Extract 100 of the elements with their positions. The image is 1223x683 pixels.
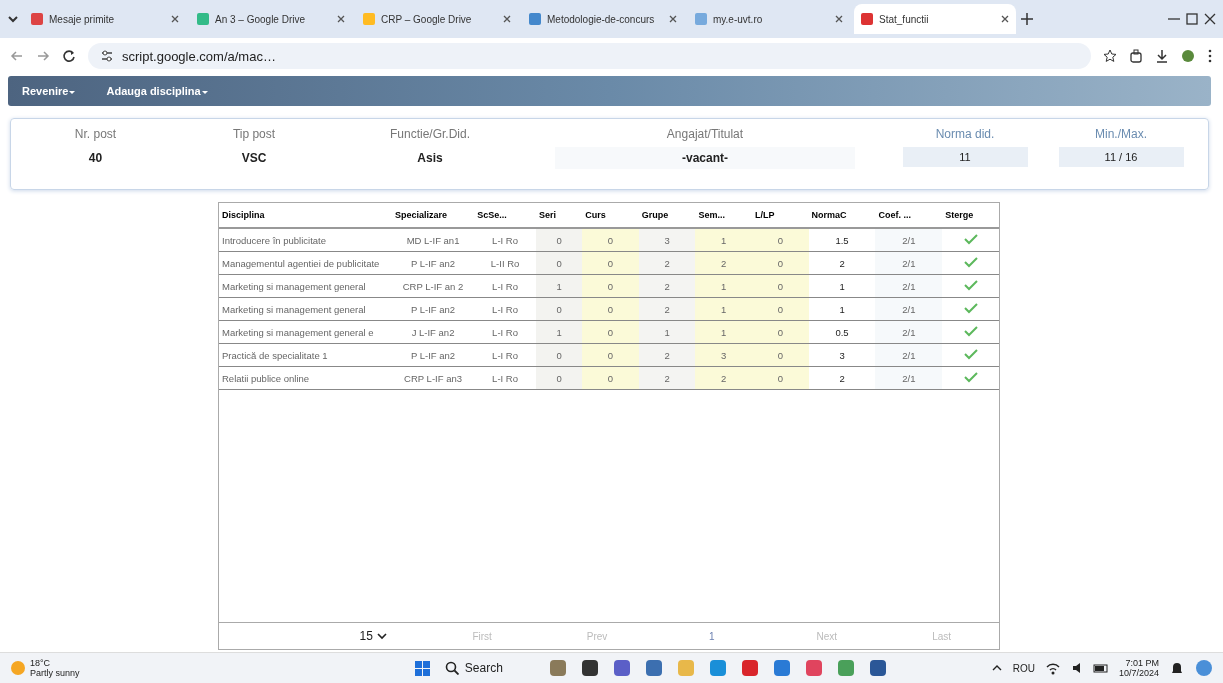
page-icon <box>860 12 874 26</box>
check-icon[interactable] <box>963 256 978 268</box>
table-cell: L-I Ro <box>474 343 536 367</box>
table-cell: Marketing si management general e <box>219 320 392 344</box>
table-cell: 2/1 <box>875 343 943 367</box>
browser-tab[interactable]: Stat_functii <box>854 4 1016 34</box>
taskbar-search[interactable]: Search <box>444 661 535 675</box>
field-label: Norma did. <box>935 127 995 141</box>
close-icon[interactable] <box>834 14 844 24</box>
clock-date: 10/7/2024 <box>1118 668 1159 678</box>
wifi-icon[interactable] <box>1044 661 1061 675</box>
close-icon[interactable] <box>668 14 678 24</box>
table-cell: 0 <box>752 228 809 252</box>
page-icon <box>694 12 708 26</box>
table-cell: Marketing si management general <box>219 274 392 298</box>
check-icon[interactable] <box>963 279 978 291</box>
table-cell: 2/1 <box>875 297 943 321</box>
table-cell: 0 <box>582 297 639 321</box>
check-icon[interactable] <box>963 348 978 360</box>
field-value: 40 <box>88 150 103 167</box>
table-cell: 2 <box>695 366 752 390</box>
browser-tab[interactable]: CRP – Google Drive <box>356 4 518 34</box>
app-icon[interactable] <box>612 659 631 677</box>
close-icon[interactable] <box>502 14 512 24</box>
field-value: -vacant- <box>555 147 855 169</box>
browser-tab[interactable]: my.e-uvt.ro <box>688 4 850 34</box>
table-cell: 0 <box>582 343 639 367</box>
download-icon[interactable] <box>1155 49 1169 63</box>
table-cell: 0 <box>752 366 809 390</box>
table-cell: 0 <box>582 366 639 390</box>
maximize-icon[interactable] <box>1185 12 1199 26</box>
weather-text: Partly sunny <box>30 668 81 678</box>
page-icon <box>362 12 376 26</box>
avatar-icon[interactable] <box>1181 49 1195 63</box>
field-label: Nr. post <box>74 127 117 141</box>
table-cell: 2/1 <box>875 251 943 275</box>
close-icon[interactable] <box>1000 14 1010 24</box>
table-cell: Introducere în publicitate <box>219 228 392 252</box>
table-cell: 0 <box>752 274 809 298</box>
language-indicator[interactable]: ROU <box>1012 662 1035 674</box>
check-icon[interactable] <box>963 325 978 337</box>
table-cell: 1 <box>695 297 752 321</box>
close-icon[interactable] <box>1203 12 1217 26</box>
table-cell: 2/1 <box>875 228 943 252</box>
menu-icon[interactable] <box>1207 49 1213 63</box>
check-icon[interactable] <box>963 302 978 314</box>
speaker-icon[interactable] <box>1070 661 1083 675</box>
table-cell: L-II Ro <box>474 251 536 275</box>
table-cell: 0 <box>582 320 639 344</box>
field-label: Functie/Gr.Did. <box>390 127 470 141</box>
field-value: 11 / 16 <box>1058 147 1184 167</box>
browser-tab[interactable]: An 3 – Google Drive <box>190 4 352 34</box>
field-label: Angajat/Titulat <box>666 127 744 141</box>
table-cell: 1 <box>695 320 752 344</box>
search-icon <box>444 661 459 675</box>
table-cell: L-I Ro <box>474 228 536 252</box>
temperature-text: 18°C <box>30 658 52 668</box>
table-cell: L-I Ro <box>474 320 536 344</box>
table-cell: 2/1 <box>875 320 943 344</box>
new-tab-icon[interactable] <box>1020 12 1034 26</box>
extension-icon[interactable] <box>1129 49 1143 63</box>
field-value: 11 <box>902 147 1028 167</box>
site-settings-icon[interactable] <box>100 49 114 63</box>
page-size-select[interactable]: 15 <box>321 629 425 643</box>
table-cell: Marketing si management general <box>219 297 392 321</box>
pager-link[interactable]: 1 <box>654 629 770 643</box>
close-icon[interactable] <box>336 14 346 24</box>
close-icon[interactable] <box>170 14 180 24</box>
browser-tab[interactable]: Metodologie-de-concurs <box>522 4 684 34</box>
table-cell: 0 <box>752 343 809 367</box>
start-icon[interactable] <box>413 659 431 677</box>
table-cell: 0 <box>582 228 639 252</box>
bell-icon[interactable] <box>1169 661 1185 675</box>
check-icon[interactable] <box>963 233 978 245</box>
page-icon <box>30 12 44 26</box>
field-label: Tip post <box>232 127 276 141</box>
back-icon[interactable] <box>10 49 24 63</box>
table-cell: 1 <box>695 228 752 252</box>
table-cell: 3 <box>695 343 752 367</box>
menu-dropdown[interactable]: Revenire <box>22 81 77 101</box>
check-icon[interactable] <box>963 371 978 383</box>
table-cell: L-I Ro <box>474 297 536 321</box>
app-icon[interactable] <box>580 659 599 677</box>
table-cell: Relatii publice online <box>219 366 392 390</box>
url-text: script.google.com/a/mac… <box>122 48 276 64</box>
forward-icon[interactable] <box>36 49 50 63</box>
browser-tab[interactable]: Mesaje primite <box>24 4 186 34</box>
star-icon[interactable] <box>1103 49 1117 63</box>
field-label: Min./Max. <box>1095 127 1147 141</box>
battery-icon[interactable] <box>1092 661 1109 675</box>
table-cell: 2 <box>695 251 752 275</box>
table-cell: 2/1 <box>875 366 943 390</box>
table-cell: 0 <box>752 320 809 344</box>
app-icon[interactable] <box>868 659 887 677</box>
table-cell: 1 <box>695 274 752 298</box>
reload-icon[interactable] <box>62 49 76 63</box>
table-cell: 2/1 <box>875 274 943 298</box>
address-bar[interactable]: script.google.com/a/mac… <box>88 43 1091 69</box>
menu-dropdown[interactable]: Adauga disciplina <box>106 81 209 101</box>
page-icon <box>196 12 210 26</box>
